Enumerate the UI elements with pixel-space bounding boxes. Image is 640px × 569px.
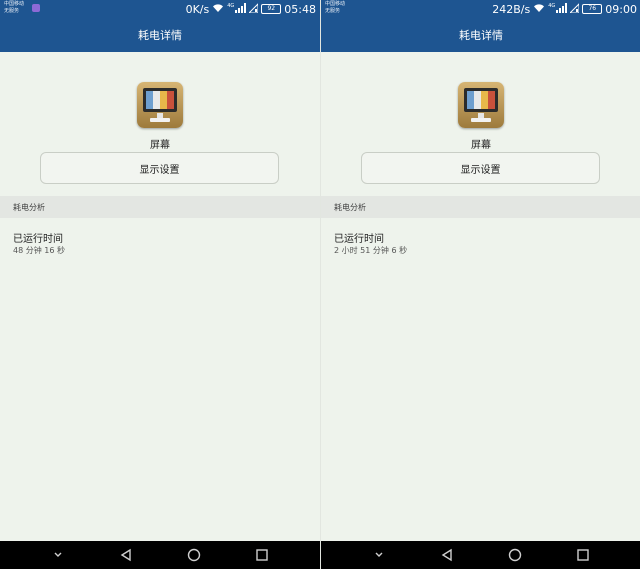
section-header: 耗电分析 — [321, 196, 640, 218]
page-title: 耗电详情 — [0, 18, 320, 52]
status-indicators: 0K/s 4G 92 05:48 — [186, 2, 316, 16]
phone-screen-right: 中国移动 无服务 242B/s 4G 76 09:00 耗电详情 屏幕 显示设置… — [320, 0, 640, 569]
network-speed: 0K/s — [185, 2, 210, 16]
battery-icon: 76 — [582, 4, 603, 14]
runtime-value: 2 小时 51 分钟 6 秒 — [334, 246, 408, 255]
home-icon[interactable] — [184, 545, 204, 565]
display-settings-button[interactable]: 显示设置 — [361, 152, 600, 184]
network-speed: 242B/s — [492, 2, 531, 16]
screen-monitor-icon — [458, 82, 504, 128]
item-name: 屏幕 — [150, 140, 170, 151]
signal-empty-icon — [569, 2, 580, 16]
status-bar: 中国移动 无服务 242B/s 4G 76 09:00 — [321, 0, 640, 18]
carrier-info: 中国移动 无服务 — [325, 1, 345, 15]
status-bar: 中国移动 无服务 0K/s 4G 92 05:48 — [0, 0, 320, 18]
display-settings-button[interactable]: 显示设置 — [40, 152, 279, 184]
runtime-value: 48 分钟 16 秒 — [13, 246, 65, 255]
carrier-name: 中国移动 — [4, 1, 25, 7]
wifi-icon — [533, 3, 545, 16]
navigation-bar — [0, 541, 320, 569]
notification-app-icon — [32, 4, 40, 12]
network-type: 4G — [227, 3, 235, 9]
navigation-bar — [321, 541, 640, 569]
runtime-label: 已运行时间 — [334, 234, 384, 245]
chevron-down-icon[interactable] — [369, 545, 389, 565]
carrier-name: 中国移动 — [325, 1, 346, 7]
clock: 09:00 — [605, 2, 637, 16]
recents-icon[interactable] — [573, 545, 593, 565]
screen-monitor-icon — [137, 82, 183, 128]
recents-icon[interactable] — [252, 545, 272, 565]
phone-screen-left: 中国移动 无服务 0K/s 4G 92 05:48 耗电详情 屏幕 显示设置 耗… — [0, 0, 320, 569]
item-name: 屏幕 — [471, 140, 491, 151]
page-title: 耗电详情 — [321, 18, 640, 52]
back-icon[interactable] — [116, 545, 136, 565]
signal-icon — [235, 2, 247, 16]
carrier-info: 中国移动 无服务 — [4, 1, 24, 15]
carrier-service: 无服务 — [4, 8, 20, 14]
back-icon[interactable] — [437, 545, 457, 565]
clock: 05:48 — [284, 2, 316, 16]
signal-icon — [556, 2, 568, 16]
carrier-service: 无服务 — [325, 8, 341, 14]
runtime-label: 已运行时间 — [13, 234, 63, 245]
chevron-down-icon[interactable] — [48, 545, 68, 565]
screenshot-pair: 中国移动 无服务 0K/s 4G 92 05:48 耗电详情 屏幕 显示设置 耗… — [0, 0, 640, 569]
status-indicators: 242B/s 4G 76 09:00 — [492, 2, 637, 16]
network-type: 4G — [548, 3, 556, 9]
battery-icon: 92 — [261, 4, 282, 14]
signal-empty-icon — [248, 2, 259, 16]
section-header: 耗电分析 — [0, 196, 320, 218]
wifi-icon — [212, 3, 224, 16]
home-icon[interactable] — [505, 545, 525, 565]
